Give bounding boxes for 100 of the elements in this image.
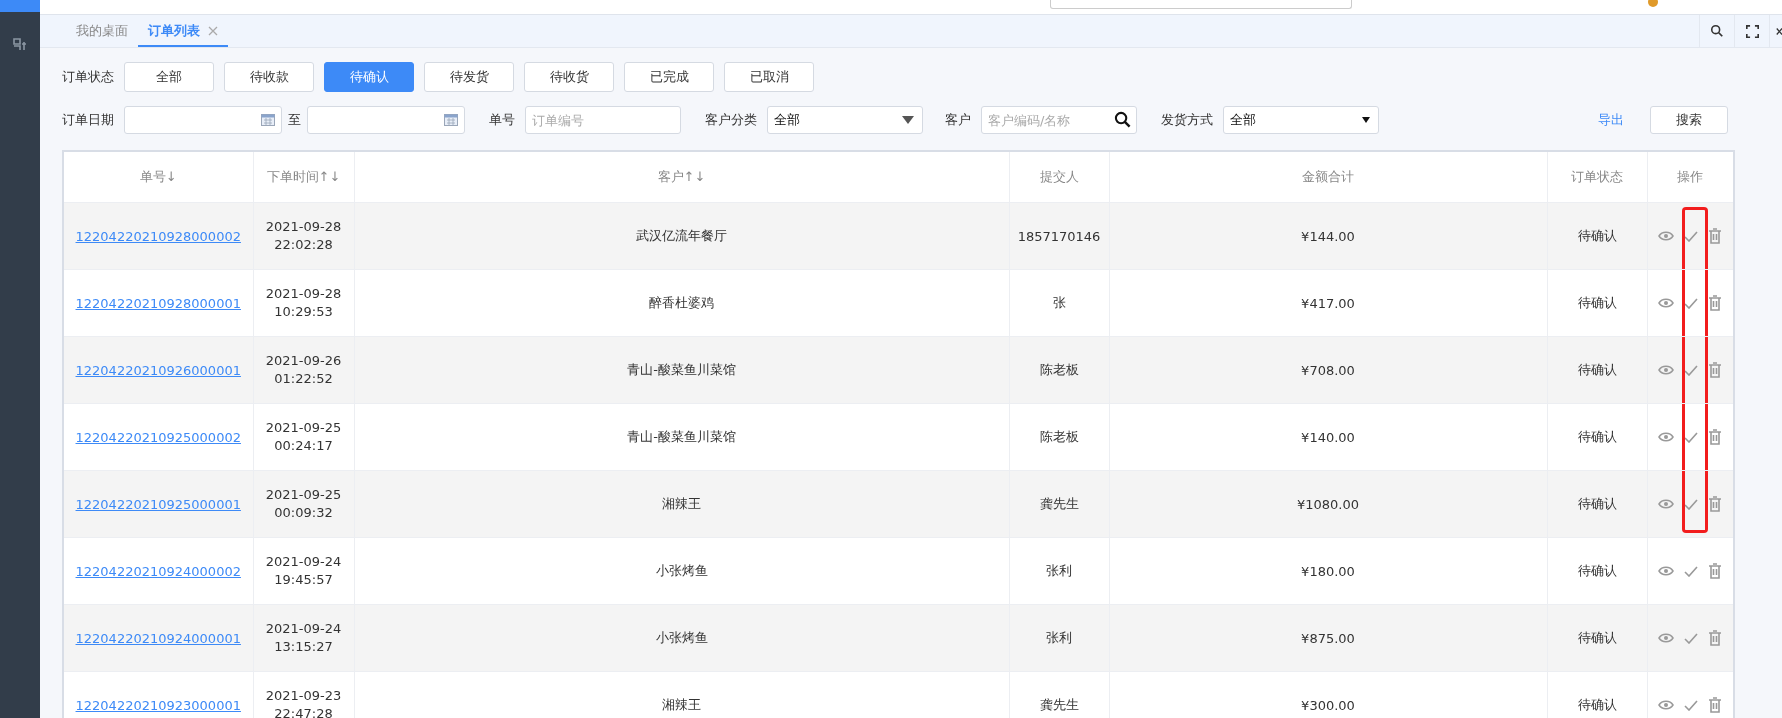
order-status: 待确认 [1577, 697, 1617, 712]
order-status: 待确认 [1577, 429, 1617, 444]
customer-name: 武汉亿流年餐厅 [636, 228, 727, 243]
amount-total: ¥180.00 [1301, 563, 1355, 579]
submitter-name: 龚先生 [1039, 697, 1079, 712]
submitter-name: 张利 [1046, 563, 1072, 578]
filter-label: 客户分类 [705, 111, 757, 129]
customer-name: 小张烤鱼 [655, 630, 708, 645]
order-time: 2021-09-24 19:45:57 [265, 553, 342, 589]
submitter-name: 陈老板 [1039, 429, 1079, 444]
amount-total: ¥140.00 [1301, 429, 1355, 445]
order-time: 2021-09-24 13:15:27 [265, 620, 342, 656]
range-label: 至 [288, 111, 301, 129]
submitter-name: 张利 [1046, 630, 1072, 645]
view-icon[interactable] [1658, 432, 1675, 442]
trash-icon[interactable] [1708, 630, 1723, 646]
check-icon[interactable] [1684, 565, 1699, 577]
order-time: 2021-09-25 00:09:32 [265, 486, 342, 522]
category-select[interactable]: 全部 [767, 106, 923, 134]
order-time: 2021-09-23 22:47:28 [265, 687, 342, 718]
order-time: 2021-09-26 01:22:52 [265, 352, 342, 388]
order-status: 待确认 [1577, 295, 1617, 310]
customer-name: 醉香杜婆鸡 [649, 295, 714, 310]
export-link[interactable]: 导出 [1598, 111, 1624, 129]
view-icon[interactable] [1658, 566, 1675, 576]
customer-name: 青山-酸菜鱼川菜馆 [627, 362, 736, 377]
status-button[interactable]: 已取消 [724, 62, 814, 92]
trash-icon[interactable] [1708, 496, 1723, 512]
order-number-link[interactable]: 12204220210924000002 [75, 563, 241, 579]
order-time: 2021-09-28 10:29:53 [265, 285, 342, 321]
filter-label: 单号 [489, 111, 515, 129]
customer-name: 青山-酸菜鱼川菜馆 [627, 429, 736, 444]
trash-icon[interactable] [1708, 228, 1723, 244]
fullscreen-icon[interactable] [1745, 24, 1759, 38]
shipping-select[interactable]: 全部 [1223, 106, 1379, 134]
check-icon[interactable] [1684, 699, 1699, 711]
close-button[interactable] [1769, 15, 1782, 47]
amount-total: ¥708.00 [1301, 362, 1355, 378]
trash-icon[interactable] [1708, 563, 1723, 579]
check-icon[interactable] [1684, 431, 1699, 443]
calendar-icon[interactable] [444, 114, 458, 126]
search-icon[interactable] [1710, 24, 1724, 38]
trash-icon[interactable] [1708, 697, 1723, 713]
submitter-name: 张 [1052, 295, 1066, 310]
search-icon[interactable] [1114, 111, 1131, 128]
view-icon[interactable] [1658, 700, 1675, 710]
customer-name: 湘辣王 [662, 697, 701, 712]
check-icon[interactable] [1684, 632, 1699, 644]
submitter-name: 陈老板 [1039, 362, 1079, 377]
check-icon[interactable] [1684, 230, 1699, 242]
order-number-link[interactable]: 12204220210925000002 [75, 429, 241, 445]
amount-total: ¥417.00 [1301, 295, 1355, 311]
status-button[interactable]: 待确认 [324, 62, 414, 92]
order-status: 待确认 [1577, 630, 1617, 645]
status-button[interactable]: 待收货 [524, 62, 614, 92]
order-number-link[interactable]: 12204220210928000001 [75, 295, 241, 311]
amount-total: ¥1080.00 [1297, 496, 1359, 512]
view-icon[interactable] [1658, 633, 1675, 643]
trash-icon[interactable] [1708, 295, 1723, 311]
calendar-icon[interactable] [261, 114, 275, 126]
submitter-name: 龚先生 [1039, 496, 1079, 511]
order-status: 待确认 [1577, 563, 1617, 578]
order-status: 待确认 [1577, 362, 1617, 377]
view-icon[interactable] [1658, 231, 1675, 241]
view-icon[interactable] [1658, 365, 1675, 375]
status-button[interactable]: 全部 [124, 62, 214, 92]
customer-field[interactable]: 客户编码/名称 [981, 106, 1137, 134]
filter-label: 订单状态 [62, 68, 114, 86]
tab[interactable]: 订单列表 [138, 17, 228, 47]
date-field[interactable] [307, 106, 465, 134]
order-time: 2021-09-28 22:02:28 [265, 218, 342, 254]
submitter-name: 1857170146 [1017, 228, 1101, 244]
status-button[interactable]: 待收款 [224, 62, 314, 92]
status-button[interactable]: 已完成 [624, 62, 714, 92]
order-number-link[interactable]: 12204220210923000001 [75, 697, 241, 713]
dropdown-icon [902, 116, 914, 124]
filter-label: 订单日期 [62, 111, 114, 129]
view-icon[interactable] [1658, 298, 1675, 308]
dropdown-icon [1362, 117, 1370, 123]
check-icon[interactable] [1684, 498, 1699, 510]
customer-name: 小张烤鱼 [655, 563, 708, 578]
filter-label: 发货方式 [1161, 111, 1213, 129]
customer-name: 湘辣王 [662, 496, 701, 511]
view-icon[interactable] [1658, 499, 1675, 509]
amount-total: ¥300.00 [1301, 697, 1355, 713]
order-status: 待确认 [1577, 496, 1617, 511]
date-field[interactable] [124, 106, 282, 134]
amount-total: ¥875.00 [1301, 630, 1355, 646]
status-button[interactable]: 待发货 [424, 62, 514, 92]
sidebar-highlight [0, 0, 40, 12]
tab[interactable]: 我的桌面 [66, 17, 138, 47]
check-icon[interactable] [1684, 364, 1699, 376]
trash-icon[interactable] [1708, 429, 1723, 445]
check-icon[interactable] [1684, 297, 1699, 309]
order-number-field[interactable]: 订单编号 [525, 106, 681, 134]
search-button[interactable]: 搜索 [1650, 106, 1728, 134]
trash-icon[interactable] [1708, 362, 1723, 378]
search-field[interactable] [1050, 0, 1352, 9]
order-time: 2021-09-25 00:24:17 [265, 419, 342, 455]
amount-total: ¥144.00 [1301, 228, 1355, 244]
